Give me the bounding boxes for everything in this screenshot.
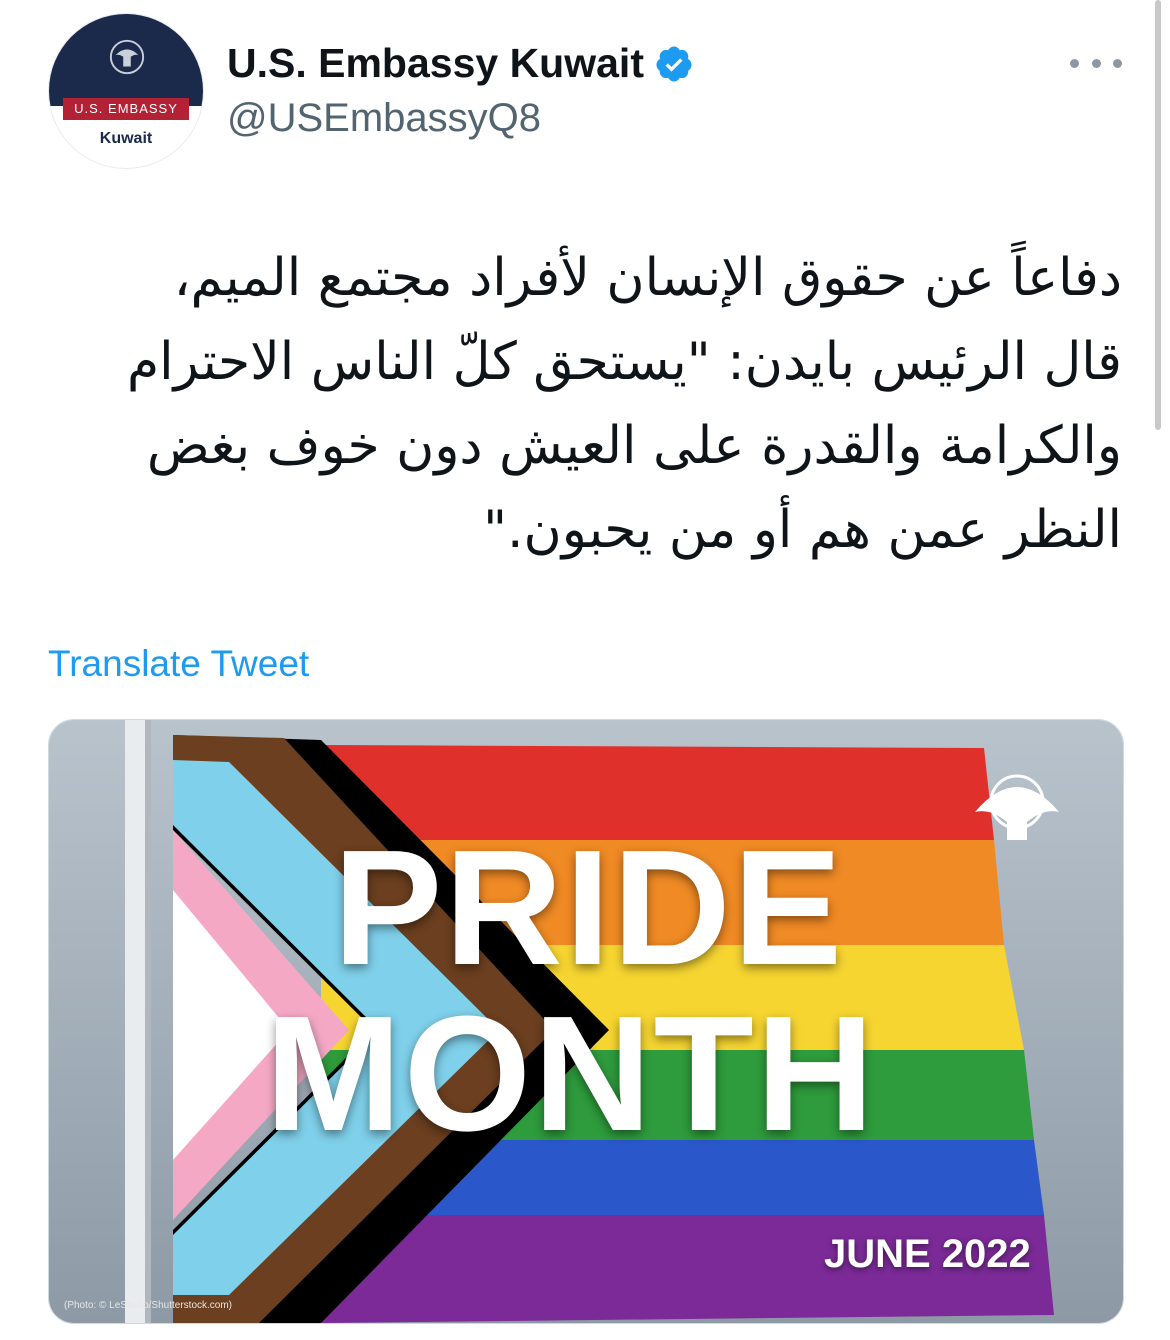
translate-tweet-link[interactable]: Translate Tweet [48,643,309,685]
display-name[interactable]: U.S. Embassy Kuwait [227,40,644,87]
verified-badge-icon [656,46,692,81]
more-dot [1113,58,1122,68]
tweet-page: U.S. EMBASSY Kuwait U.S. Embassy Kuwait … [0,0,1170,1340]
account-handle[interactable]: @USEmbassyQ8 [227,96,541,141]
avatar[interactable]: U.S. EMBASSY Kuwait [48,13,204,169]
tweet-text: دفاعاً عن حقوق الإنسان لأفراد مجتمع المي… [126,248,1122,560]
media-headline-line1: PRIDE [333,816,845,999]
photo-credit: (Photo: © LeStudio/Shutterstock.com) [64,1300,233,1311]
avatar-band-text: U.S. EMBASSY [63,98,189,120]
avatar-city-text: Kuwait [99,130,153,147]
name-row: U.S. Embassy Kuwait [227,40,694,87]
embassy-seal-icon [109,39,145,75]
more-dot [1091,58,1101,68]
media-headline-line2: MONTH [265,982,877,1165]
media-date-label: JUNE 2022 [824,1232,1031,1276]
scrollbar-thumb[interactable] [1155,0,1161,430]
more-dot [1070,58,1079,68]
more-horizontal-icon[interactable] [1070,48,1122,78]
